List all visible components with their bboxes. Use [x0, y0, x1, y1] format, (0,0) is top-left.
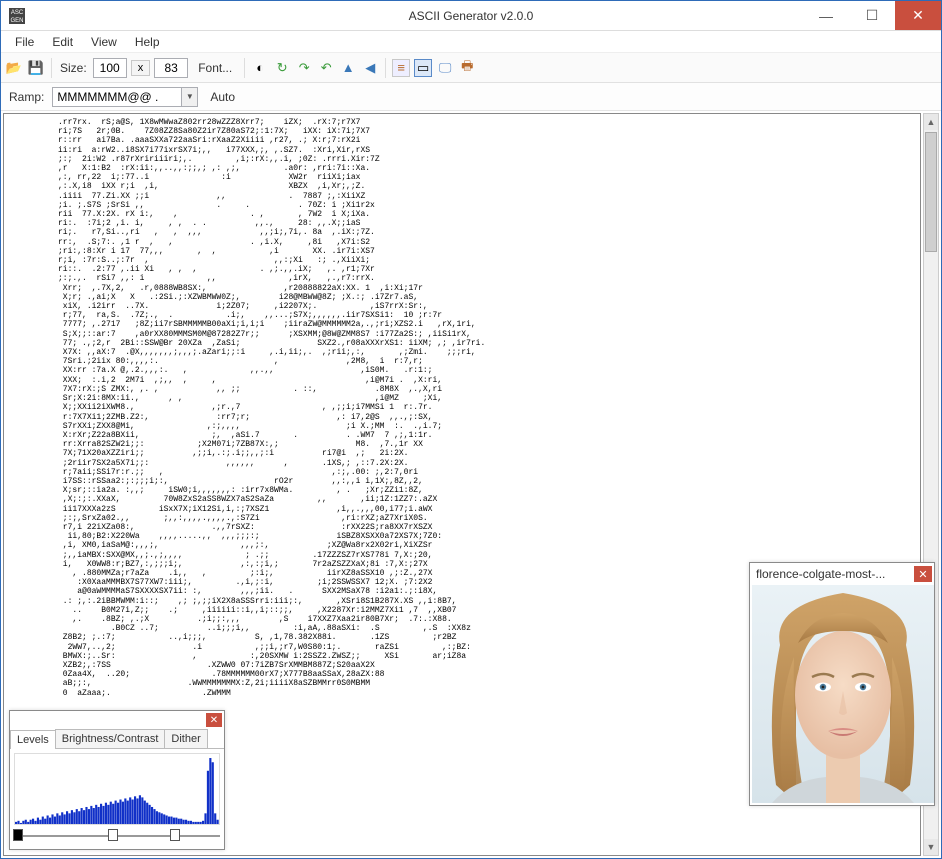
- menu-edit[interactable]: Edit: [44, 33, 81, 51]
- flip-h-icon[interactable]: ▲: [339, 59, 357, 77]
- levels-tabs: Levels Brightness/Contrast Dither: [10, 729, 224, 749]
- window-controls: — ☐ ✕: [803, 1, 941, 30]
- refresh-icon[interactable]: ↻: [273, 59, 291, 77]
- ramp-dropdown[interactable]: ▼: [182, 87, 198, 107]
- black-point-handle[interactable]: [13, 829, 23, 841]
- app-icon: ASCGEN: [9, 8, 25, 24]
- view-image-icon[interactable]: ▭: [414, 59, 432, 77]
- rotate-ccw-icon[interactable]: ↶: [317, 59, 335, 77]
- tab-brightness-contrast[interactable]: Brightness/Contrast: [55, 729, 166, 748]
- toolbar: 📂 💾 Size: x Font... ◐ ↻ ↷ ↶ ▲ ◀ ≡ ▭ 🖵 🖶: [1, 53, 941, 83]
- menu-help[interactable]: Help: [127, 33, 168, 51]
- levels-panel-titlebar[interactable]: ✕: [10, 711, 224, 729]
- view-print-icon[interactable]: 🖶: [458, 59, 476, 77]
- width-input[interactable]: [93, 58, 127, 78]
- canvas-area: .rr7rx. rS;a@S, 1X8wMWwaZ802rr28wZZZ8Xrr…: [1, 111, 941, 858]
- font-button[interactable]: Font...: [192, 59, 238, 77]
- maximize-button[interactable]: ☐: [849, 1, 895, 30]
- levels-slider[interactable]: [14, 829, 220, 845]
- separator: [385, 58, 386, 78]
- scroll-up-icon[interactable]: ▲: [924, 114, 938, 130]
- preview-titlebar[interactable]: florence-colgate-most-... ✕: [750, 563, 934, 585]
- levels-panel: ✕ Levels Brightness/Contrast Dither: [9, 710, 225, 850]
- align-left-icon[interactable]: ≡: [392, 59, 410, 77]
- scroll-thumb[interactable]: [925, 132, 937, 252]
- preview-title: florence-colgate-most-...: [756, 567, 914, 581]
- preview-close-button[interactable]: ✕: [914, 566, 932, 582]
- separator: [51, 58, 52, 78]
- invert-icon[interactable]: ◐: [251, 59, 269, 77]
- save-icon[interactable]: 💾: [27, 59, 45, 77]
- auto-button[interactable]: Auto: [204, 88, 241, 106]
- separator: [244, 58, 245, 78]
- white-point-handle[interactable]: [170, 829, 180, 841]
- ramp-input[interactable]: [52, 87, 182, 107]
- ramp-bar: Ramp: ▼ Auto: [1, 83, 941, 111]
- titlebar: ASCGEN ASCII Generator v2.0.0 — ☐ ✕: [1, 1, 941, 31]
- histogram: [14, 753, 220, 825]
- flip-v-icon[interactable]: ◀: [361, 59, 379, 77]
- scroll-down-icon[interactable]: ▼: [924, 839, 938, 855]
- rotate-cw-icon[interactable]: ↷: [295, 59, 313, 77]
- ramp-label: Ramp:: [7, 90, 46, 104]
- height-input[interactable]: [154, 58, 188, 78]
- menu-view[interactable]: View: [83, 33, 125, 51]
- tab-dither[interactable]: Dither: [164, 729, 207, 748]
- menubar: File Edit View Help: [1, 31, 941, 53]
- size-label: Size:: [58, 61, 89, 75]
- close-button[interactable]: ✕: [895, 1, 941, 30]
- minimize-button[interactable]: —: [803, 1, 849, 30]
- open-icon[interactable]: 📂: [5, 59, 23, 77]
- preview-panel: florence-colgate-most-... ✕: [749, 562, 935, 806]
- menu-file[interactable]: File: [7, 33, 42, 51]
- mid-point-handle[interactable]: [108, 829, 118, 841]
- view-screen-icon[interactable]: 🖵: [436, 59, 454, 77]
- preview-image: [752, 585, 934, 803]
- tab-levels[interactable]: Levels: [10, 730, 56, 749]
- lock-ratio-button[interactable]: x: [131, 60, 151, 76]
- levels-close-button[interactable]: ✕: [206, 713, 222, 727]
- window-title: ASCII Generator v2.0.0: [1, 9, 941, 23]
